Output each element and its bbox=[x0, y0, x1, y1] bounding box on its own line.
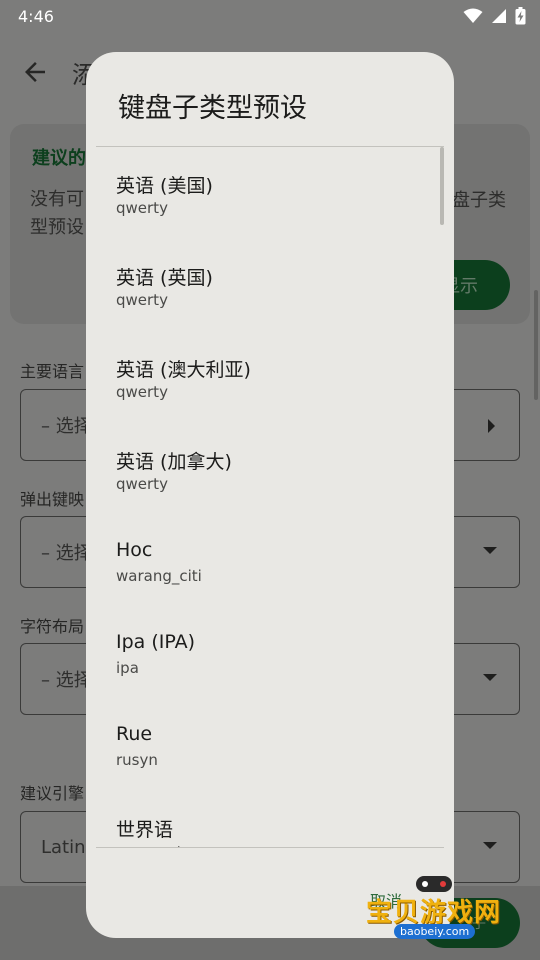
list-item-name: 英语 (英国) bbox=[116, 267, 213, 289]
field-label-popup-mapping: 弹出键映 bbox=[20, 490, 85, 509]
subtype-preset-dialog: 键盘子类型预设 英语 (美国) qwerty 英语 (英国) qwerty 英语… bbox=[86, 52, 454, 938]
list-item[interactable]: 英语 (美国) qwerty bbox=[86, 147, 446, 239]
wifi-icon bbox=[463, 8, 483, 23]
suggestion-engine-value: Latin bbox=[41, 836, 86, 858]
list-item[interactable]: 英语 (加拿大) qwerty bbox=[86, 423, 446, 515]
list-item[interactable]: Rue rusyn bbox=[86, 699, 446, 791]
list-item[interactable]: Hoc warang_citi bbox=[86, 515, 446, 607]
list-scrollbar[interactable] bbox=[440, 147, 444, 225]
list-item[interactable]: 英语 (英国) qwerty bbox=[86, 239, 446, 331]
chevron-right-icon bbox=[488, 419, 495, 433]
watermark-url: baobeiy.com bbox=[394, 924, 476, 939]
status-time: 4:46 bbox=[18, 6, 54, 26]
list-item-layout: qwerty bbox=[116, 475, 168, 493]
preset-list[interactable]: 英语 (美国) qwerty 英语 (英国) qwerty 英语 (澳大利亚) … bbox=[86, 147, 454, 847]
status-bar: 4:46 bbox=[0, 0, 540, 32]
list-item-name: Ipa (IPA) bbox=[116, 631, 196, 653]
signal-icon bbox=[492, 9, 506, 23]
list-item-layout: qwerty bbox=[116, 199, 168, 217]
list-item-layout: qwerty bbox=[116, 383, 168, 401]
battery-charging-icon bbox=[515, 7, 526, 25]
page-scrollbar[interactable] bbox=[534, 290, 538, 400]
gamepad-icon bbox=[416, 876, 452, 892]
list-item[interactable]: Ipa (IPA) ipa bbox=[86, 607, 446, 699]
suggestion-title: 建议的 bbox=[32, 148, 86, 169]
field-label-character-layout: 字符布局 bbox=[20, 617, 85, 636]
list-item-name: 英语 (澳大利亚) bbox=[116, 359, 251, 381]
list-item-layout: rusyn bbox=[116, 751, 158, 769]
list-item[interactable]: 英语 (澳大利亚) qwerty bbox=[86, 331, 446, 423]
list-item-name: Rue bbox=[116, 723, 153, 745]
list-item[interactable]: 世界语 esperanto bbox=[86, 791, 446, 847]
field-label-primary-language: 主要语言 bbox=[20, 362, 85, 381]
watermark-logo: 宝贝游戏网 baobeiy.com bbox=[366, 872, 506, 944]
character-layout-value: – 选择 bbox=[41, 670, 92, 691]
dropdown-arrow-icon bbox=[483, 674, 497, 681]
field-label-suggestion-engine: 建议引擎 bbox=[20, 784, 85, 803]
dialog-title: 键盘子类型预设 bbox=[118, 93, 307, 124]
primary-language-value: – 选择 bbox=[41, 416, 92, 437]
list-item-layout: warang_citi bbox=[116, 567, 202, 585]
dropdown-arrow-icon bbox=[483, 842, 497, 849]
dialog-bottom-divider bbox=[96, 847, 444, 848]
list-item-layout: qwerty bbox=[116, 291, 168, 309]
status-icons bbox=[463, 7, 526, 25]
list-item-name: 英语 (加拿大) bbox=[116, 451, 232, 473]
dropdown-arrow-icon bbox=[483, 547, 497, 554]
list-item-layout: ipa bbox=[116, 659, 139, 677]
list-item-name: 英语 (美国) bbox=[116, 175, 213, 197]
back-arrow-icon[interactable] bbox=[20, 57, 50, 87]
list-item-name: 世界语 bbox=[116, 819, 174, 841]
suggestion-body-right: 盘子类 bbox=[452, 190, 506, 211]
popup-mapping-value: – 选择 bbox=[41, 543, 92, 564]
list-item-name: Hoc bbox=[116, 539, 153, 561]
